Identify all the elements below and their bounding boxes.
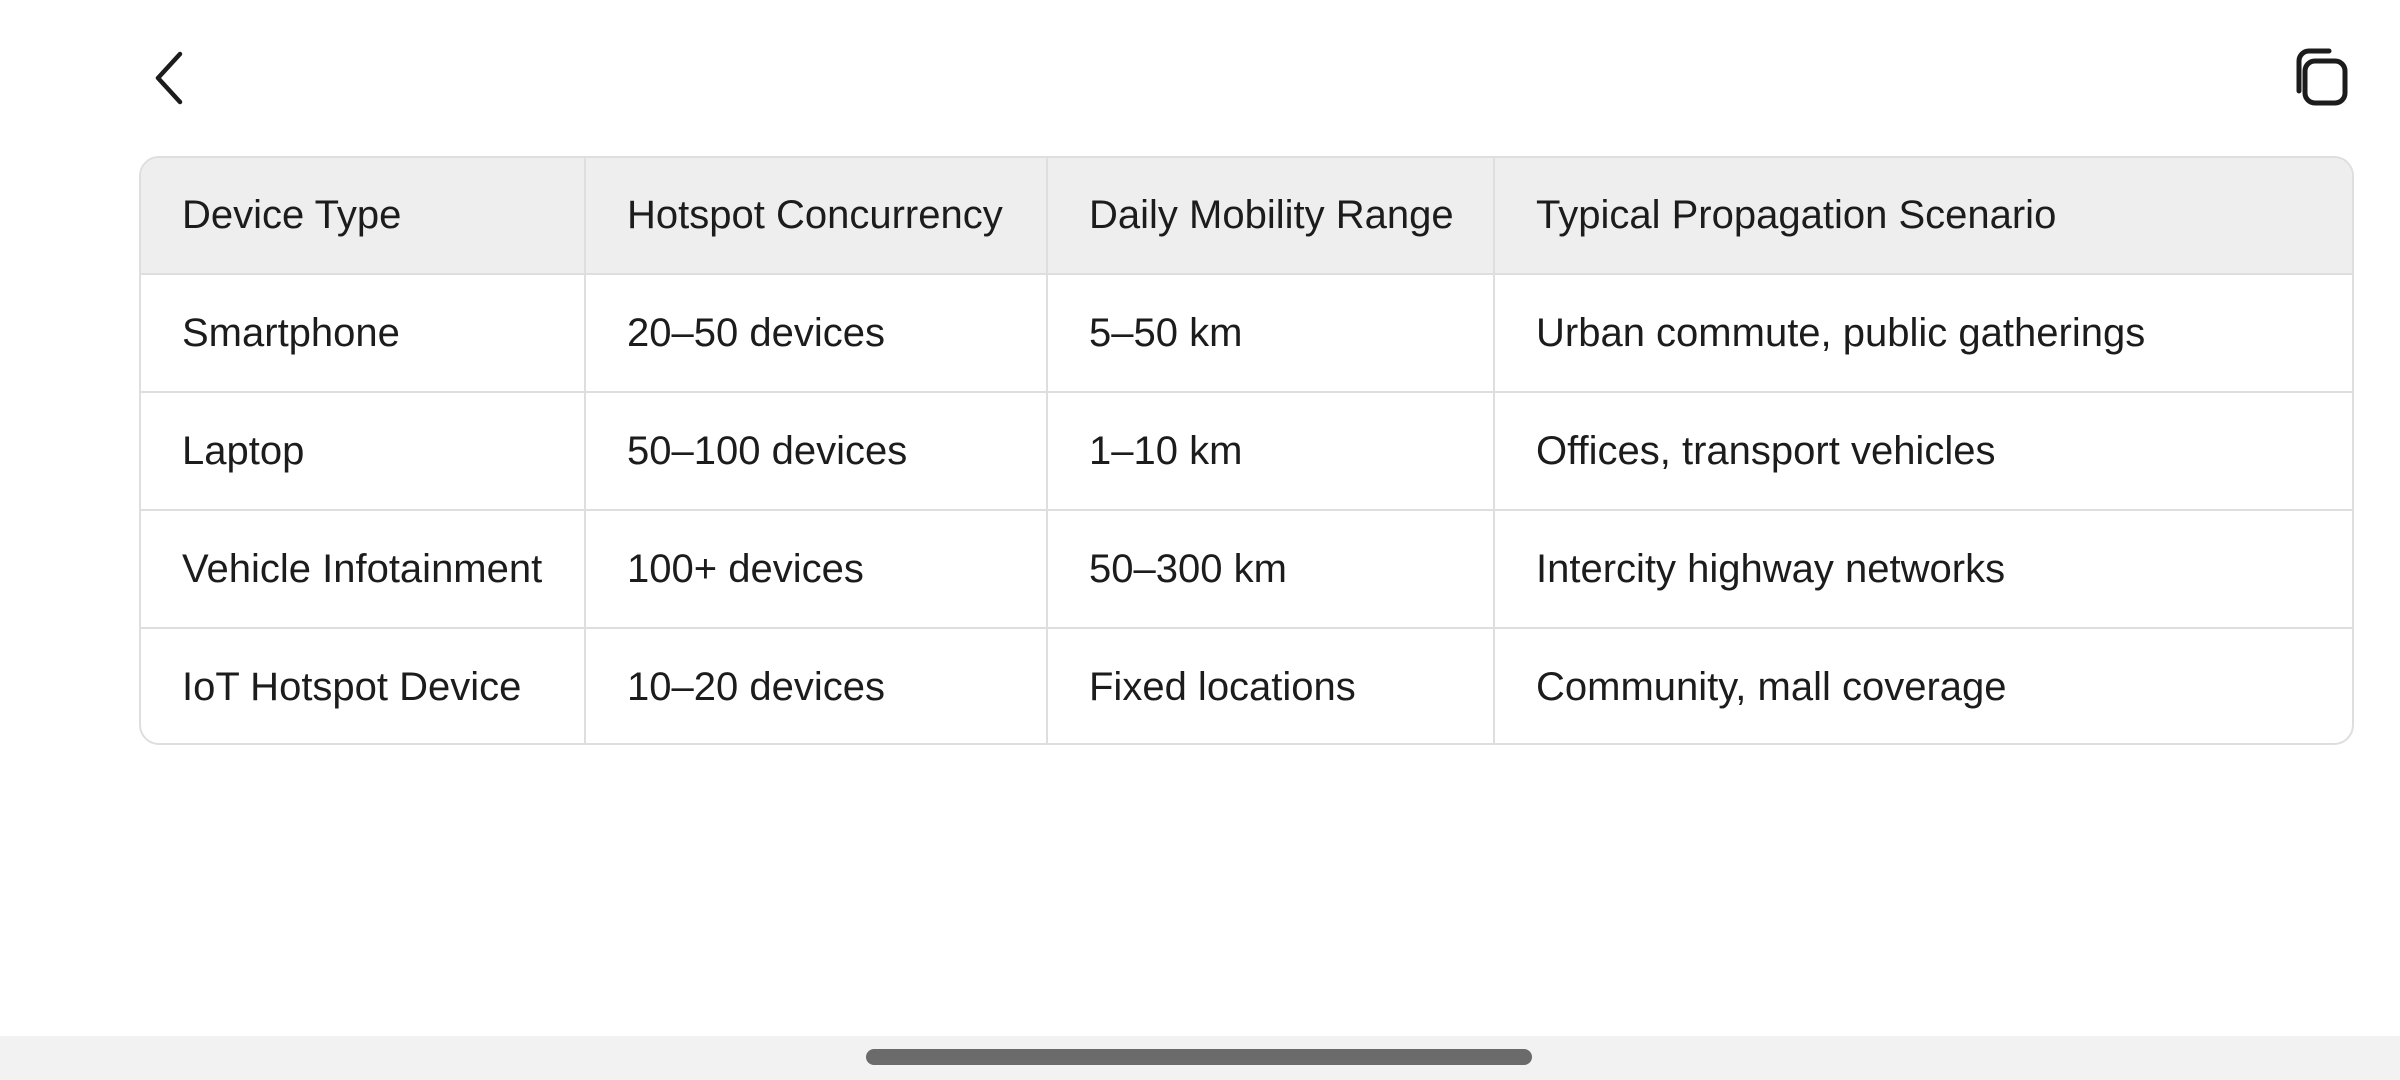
chevron-left-icon bbox=[155, 51, 183, 105]
column-header-typical-propagation-scenario: Typical Propagation Scenario bbox=[1494, 158, 2352, 275]
table-cell: Fixed locations bbox=[1047, 628, 1495, 743]
data-table: Device Type Hotspot Concurrency Daily Mo… bbox=[139, 156, 2354, 745]
back-button[interactable] bbox=[140, 44, 200, 112]
table-cell: Urban commute, public gatherings bbox=[1494, 274, 2352, 393]
table-cell: Smartphone bbox=[141, 274, 586, 393]
table-cell: 50–300 km bbox=[1047, 510, 1495, 629]
column-header-daily-mobility-range: Daily Mobility Range bbox=[1047, 158, 1495, 275]
table-cell: Offices, transport vehicles bbox=[1494, 392, 2352, 511]
home-indicator[interactable] bbox=[866, 1049, 1532, 1065]
page: Device Type Hotspot Concurrency Daily Mo… bbox=[0, 0, 2400, 1080]
table-row: IoT Hotspot Device 10–20 devices Fixed l… bbox=[141, 628, 2352, 743]
copy-button[interactable] bbox=[2286, 44, 2354, 112]
table-row: Laptop 50–100 devices 1–10 km Offices, t… bbox=[141, 392, 2352, 511]
table-cell: 20–50 devices bbox=[585, 274, 1048, 393]
table-row: Smartphone 20–50 devices 5–50 km Urban c… bbox=[141, 274, 2352, 393]
table-cell: Laptop bbox=[141, 392, 586, 511]
system-navigation-bar bbox=[0, 1036, 2400, 1080]
table-cell: 50–100 devices bbox=[585, 392, 1048, 511]
table-cell: 10–20 devices bbox=[585, 628, 1048, 743]
table-cell: Vehicle Infotainment bbox=[141, 510, 586, 629]
table-cell: IoT Hotspot Device bbox=[141, 628, 586, 743]
table-cell: 100+ devices bbox=[585, 510, 1048, 629]
table-cell: Community, mall coverage bbox=[1536, 665, 2007, 709]
table-cell: 1–10 km bbox=[1047, 392, 1495, 511]
table-cell: Intercity highway networks bbox=[1494, 510, 2352, 629]
table-header-row: Device Type Hotspot Concurrency Daily Mo… bbox=[141, 158, 2352, 275]
table-cell: 5–50 km bbox=[1047, 274, 1495, 393]
copy-icon bbox=[2296, 48, 2348, 106]
column-header-hotspot-concurrency: Hotspot Concurrency bbox=[585, 158, 1048, 275]
table-row: Vehicle Infotainment 100+ devices 50–300… bbox=[141, 510, 2352, 629]
column-header-device-type: Device Type bbox=[141, 158, 586, 275]
